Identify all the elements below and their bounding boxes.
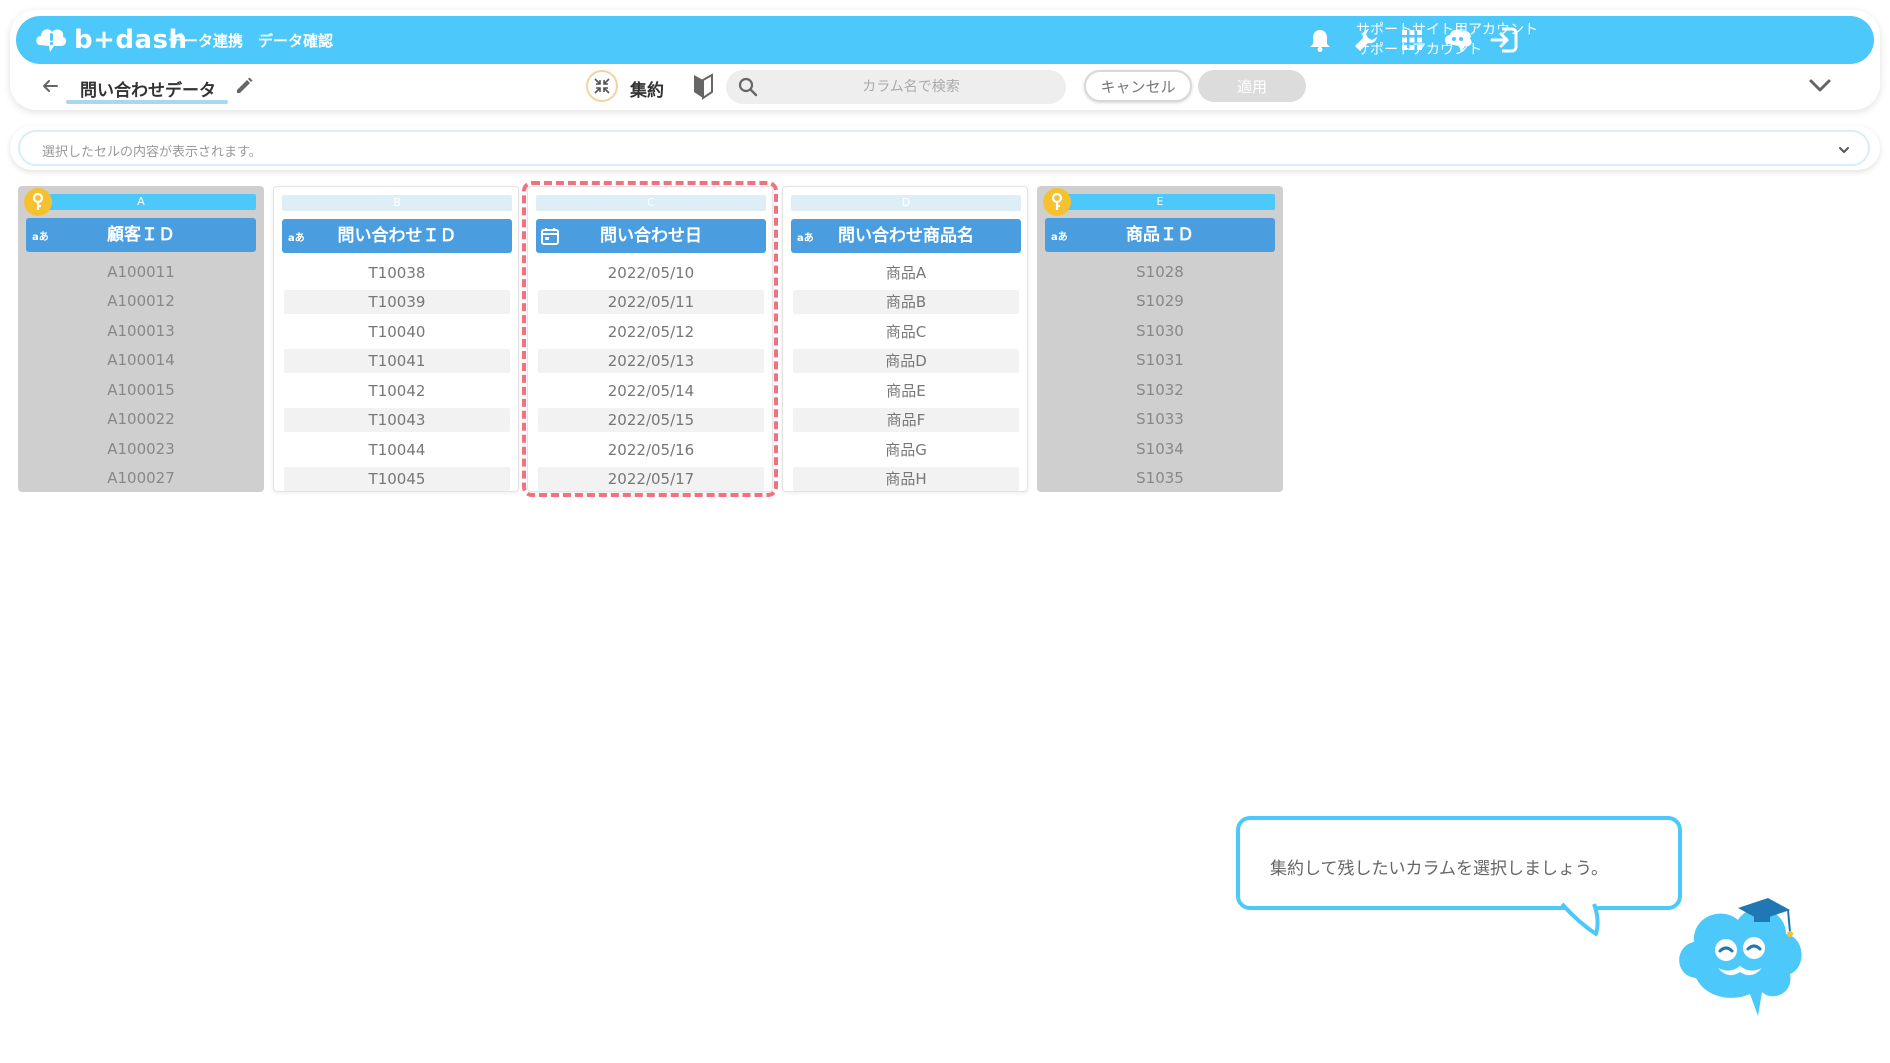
tutorial-bubble: 集約して残したいカラムを選択しましょう。	[1236, 816, 1682, 910]
search-box	[726, 70, 1066, 104]
text-type-icon: aあ	[797, 233, 814, 244]
table-cell[interactable]: A100015	[28, 378, 254, 402]
table-cell[interactable]: A100023	[28, 437, 254, 461]
table-cell[interactable]: S1030	[1047, 319, 1273, 343]
table-cell[interactable]: A100022	[28, 407, 254, 431]
text-type-icon: aあ	[288, 233, 305, 244]
aggregate-icon[interactable]	[586, 70, 618, 102]
table-cell[interactable]: A100027	[28, 466, 254, 490]
column-letter: B	[282, 195, 512, 211]
table-cell[interactable]: 商品F	[793, 408, 1019, 432]
nav-data-check[interactable]: データ確認	[258, 30, 333, 51]
table-cell[interactable]: A100013	[28, 319, 254, 343]
bubble-tail	[1560, 902, 1600, 936]
text-type-icon: aあ	[32, 232, 49, 243]
table-cell[interactable]: T10041	[284, 349, 510, 373]
table-cell[interactable]: S1032	[1047, 378, 1273, 402]
table-cell[interactable]: 商品B	[793, 290, 1019, 314]
table-cell[interactable]: T10038	[284, 261, 510, 285]
table-cell[interactable]: S1034	[1047, 437, 1273, 461]
column-search-input[interactable]	[766, 70, 1056, 104]
table-cell[interactable]: T10040	[284, 320, 510, 344]
column-a[interactable]: A 顧客ＩＤ aあ A100011 A100012 A100013 A10001…	[18, 186, 264, 492]
key-icon	[24, 188, 52, 216]
table-cell[interactable]: A100011	[28, 260, 254, 284]
column-letter: D	[791, 195, 1021, 211]
apply-button[interactable]: 適用	[1198, 70, 1306, 102]
nav-data-link[interactable]: データ連携	[168, 30, 243, 51]
cell-content-bar: 選択したセルの内容が表示されます。	[10, 126, 1880, 170]
table-cell[interactable]: S1028	[1047, 260, 1273, 284]
cancel-button[interactable]: キャンセル	[1084, 70, 1192, 102]
logo[interactable]: b+dash	[34, 22, 188, 58]
table-cell[interactable]: 商品A	[793, 261, 1019, 285]
column-name: 問い合わせＩＤ	[337, 226, 457, 246]
table-cell[interactable]: T10043	[284, 408, 510, 432]
table-cell[interactable]: S1031	[1047, 348, 1273, 372]
table-cell[interactable]: 商品C	[793, 320, 1019, 344]
table-cell[interactable]: T10044	[284, 438, 510, 462]
table-cell[interactable]: A100014	[28, 348, 254, 372]
beginner-mark-icon[interactable]	[692, 72, 714, 100]
column-e[interactable]: E 商品ＩＤ aあ S1028 S1029 S1030 S1031 S1032 …	[1037, 186, 1283, 492]
column-d[interactable]: D 問い合わせ商品名 aあ 商品A 商品B 商品C 商品D 商品E 商品F 商品…	[782, 186, 1028, 492]
table-cell[interactable]: S1033	[1047, 407, 1273, 431]
logo-cloud-icon	[36, 29, 67, 52]
cell-content-placeholder: 選択したセルの内容が表示されます。	[42, 145, 262, 160]
column-letter: A	[26, 194, 256, 210]
table-cell[interactable]: 商品D	[793, 349, 1019, 373]
dataset-title[interactable]: 問い合わせデータ	[80, 76, 216, 101]
logout-icon[interactable]	[1488, 24, 1520, 56]
table-cell[interactable]: T10042	[284, 379, 510, 403]
mode-label: 集約	[630, 81, 664, 101]
table-cell[interactable]: T10045	[284, 467, 510, 491]
toolbar: 問い合わせデータ 集約 キャンセル 適用	[16, 64, 1874, 108]
table-cell[interactable]: 商品E	[793, 379, 1019, 403]
table-cell[interactable]: 商品G	[793, 438, 1019, 462]
pencil-icon[interactable]	[234, 76, 254, 96]
bell-icon[interactable]	[1304, 24, 1336, 56]
table-cell[interactable]: T10039	[284, 290, 510, 314]
mascot-help-icon[interactable]	[1442, 24, 1474, 56]
key-icon	[1043, 188, 1071, 216]
title-underline	[66, 100, 228, 104]
table-cell[interactable]: S1035	[1047, 466, 1273, 490]
mascot-character	[1679, 898, 1802, 1016]
table-cell[interactable]: 商品H	[793, 467, 1019, 491]
wrench-icon[interactable]	[1350, 24, 1382, 56]
table-cell[interactable]: S1029	[1047, 289, 1273, 313]
column-name: 問い合わせ商品名	[838, 226, 974, 246]
tutorial-text: 集約して残したいカラムを選択しましょう。	[1270, 859, 1608, 879]
column-highlight	[522, 181, 778, 497]
expand-chevron-icon[interactable]	[1834, 140, 1854, 160]
top-navbar: b+dash データ連携 データ確認 サポートサイト用アカウント サポートアカウ…	[16, 16, 1874, 64]
chevron-down-icon[interactable]	[1806, 74, 1834, 98]
apps-grid-icon[interactable]	[1396, 24, 1428, 56]
column-header[interactable]: 問い合わせＩＤ aあ	[282, 219, 512, 253]
column-b[interactable]: B 問い合わせＩＤ aあ T10038 T10039 T10040 T10041…	[273, 186, 519, 492]
column-letter: E	[1045, 194, 1275, 210]
column-name: 顧客ＩＤ	[107, 225, 175, 245]
column-header[interactable]: 商品ＩＤ aあ	[1045, 218, 1275, 252]
search-icon	[738, 77, 758, 97]
table-cell[interactable]: A100012	[28, 289, 254, 313]
column-header[interactable]: 顧客ＩＤ aあ	[26, 218, 256, 252]
text-type-icon: aあ	[1051, 232, 1068, 243]
back-arrow-icon[interactable]	[38, 74, 62, 98]
cell-content-field[interactable]: 選択したセルの内容が表示されます。	[18, 130, 1870, 166]
column-header[interactable]: 問い合わせ商品名 aあ	[791, 219, 1021, 253]
column-name: 商品ＩＤ	[1126, 225, 1194, 245]
